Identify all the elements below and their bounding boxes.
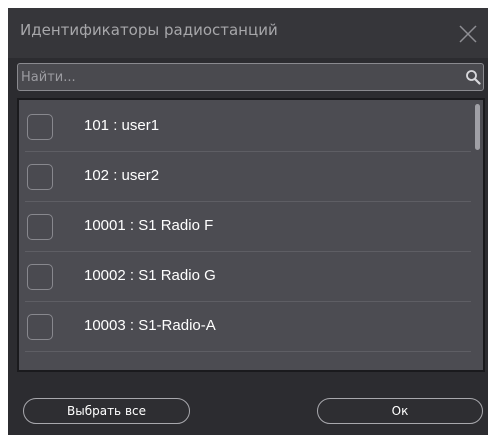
close-icon xyxy=(459,25,477,43)
item-label: 10001 : S1 Radio F xyxy=(84,217,214,234)
item-checkbox[interactable] xyxy=(27,214,53,240)
item-checkbox[interactable] xyxy=(27,164,53,190)
list-item[interactable]: 101 : user1 xyxy=(19,102,483,152)
select-all-button[interactable]: Выбрать все xyxy=(23,398,190,424)
list-item[interactable]: 10002 : S1 Radio G xyxy=(19,252,483,302)
item-label: 101 : user1 xyxy=(84,117,160,134)
list-item[interactable]: 10003 : S1-Radio-A xyxy=(19,302,483,352)
search-field[interactable] xyxy=(17,63,484,91)
item-label: 102 : user2 xyxy=(84,167,160,184)
item-checkbox[interactable] xyxy=(27,264,53,290)
item-checkbox[interactable] xyxy=(27,314,53,340)
search-input[interactable] xyxy=(21,64,446,90)
radio-id-list[interactable]: 101 : user1 102 : user2 10001 : S1 Radio… xyxy=(17,98,485,372)
scrollbar-thumb[interactable] xyxy=(475,104,480,150)
row-divider xyxy=(25,351,471,352)
item-label: 10003 : S1-Radio-A xyxy=(84,317,216,334)
radio-ids-dialog: Идентификаторы радиостанций 101 : user1 … xyxy=(8,8,488,435)
search-icon[interactable] xyxy=(465,69,481,85)
item-label: 10002 : S1 Radio G xyxy=(84,267,216,284)
list-item[interactable]: 102 : user2 xyxy=(19,152,483,202)
dialog-footer: Выбрать все Ок xyxy=(8,378,488,435)
dialog-title: Идентификаторы радиостанций xyxy=(20,21,278,39)
list-item[interactable]: 10001 : S1 Radio F xyxy=(19,202,483,252)
close-button[interactable] xyxy=(458,24,478,44)
ok-button[interactable]: Ок xyxy=(317,398,483,424)
item-checkbox[interactable] xyxy=(27,114,53,140)
title-bar: Идентификаторы радиостанций xyxy=(8,8,488,58)
